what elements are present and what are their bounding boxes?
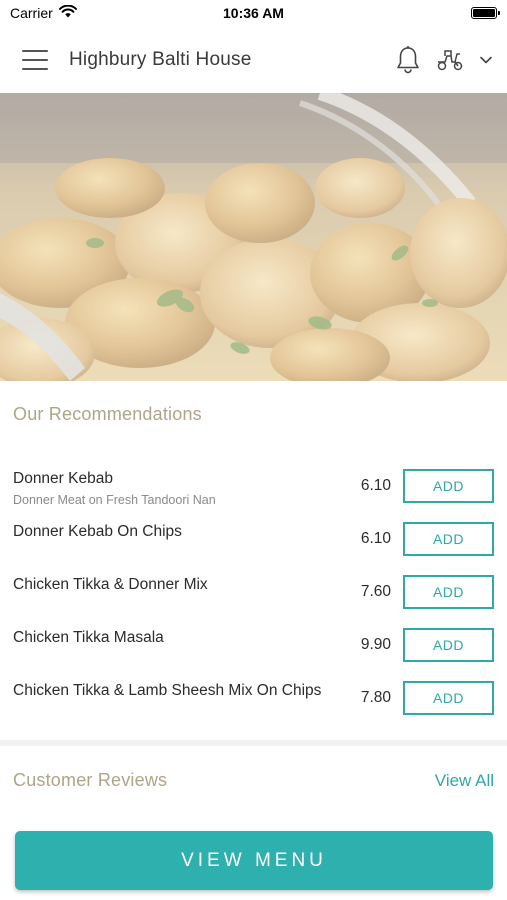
add-button[interactable]: ADD (403, 522, 494, 556)
reviews-title: Customer Reviews (13, 770, 168, 790)
item-price: 6.10 (360, 477, 391, 494)
item-description: Donner Meat on Fresh Tandoori Nan (13, 493, 216, 507)
chevron-down-icon[interactable] (479, 55, 493, 65)
bell-icon[interactable] (395, 45, 421, 75)
item-name: Chicken Tikka & Lamb Sheesh Mix On Chips (13, 682, 322, 699)
view-all-link[interactable]: View All (435, 771, 494, 791)
header-actions (395, 45, 493, 75)
wifi-icon (58, 4, 77, 21)
status-bar: Carrier 10:36 AM (0, 0, 507, 26)
status-left: Carrier (10, 4, 77, 21)
page-title: Highbury Balti House (69, 48, 252, 70)
item-price: 9.90 (360, 636, 391, 653)
item-name: Chicken Tikka Masala (13, 629, 164, 646)
hero-food-image (0, 93, 507, 381)
delivery-scooter-icon[interactable] (435, 48, 465, 72)
item-price: 7.80 (360, 689, 391, 706)
add-button[interactable]: ADD (403, 575, 494, 609)
item-name: Chicken Tikka & Donner Mix (13, 576, 208, 593)
item-price: 6.10 (360, 530, 391, 547)
list-item: Donner Kebab On Chips 6.10 ADD (0, 511, 507, 564)
list-item: Chicken Tikka Masala 9.90 ADD (0, 617, 507, 670)
app-header: Highbury Balti House (0, 26, 507, 93)
list-item: Chicken Tikka & Lamb Sheesh Mix On Chips… (0, 670, 507, 723)
menu-icon[interactable] (22, 49, 48, 70)
battery-icon (471, 7, 500, 19)
carrier-label: Carrier (10, 5, 53, 21)
item-price: 7.60 (360, 583, 391, 600)
view-menu-button[interactable]: VIEW MENU (15, 831, 493, 890)
item-name: Donner Kebab On Chips (13, 523, 182, 540)
list-item: Donner Kebab Donner Meat on Fresh Tandoo… (0, 458, 507, 511)
recommendations-title: Our Recommendations (13, 404, 202, 424)
list-item: Chicken Tikka & Donner Mix 7.60 ADD (0, 564, 507, 617)
section-divider (0, 740, 507, 746)
recommendations-list: Donner Kebab Donner Meat on Fresh Tandoo… (0, 458, 507, 723)
add-button[interactable]: ADD (403, 469, 494, 503)
add-button[interactable]: ADD (403, 628, 494, 662)
add-button[interactable]: ADD (403, 681, 494, 715)
item-name: Donner Kebab (13, 470, 113, 487)
